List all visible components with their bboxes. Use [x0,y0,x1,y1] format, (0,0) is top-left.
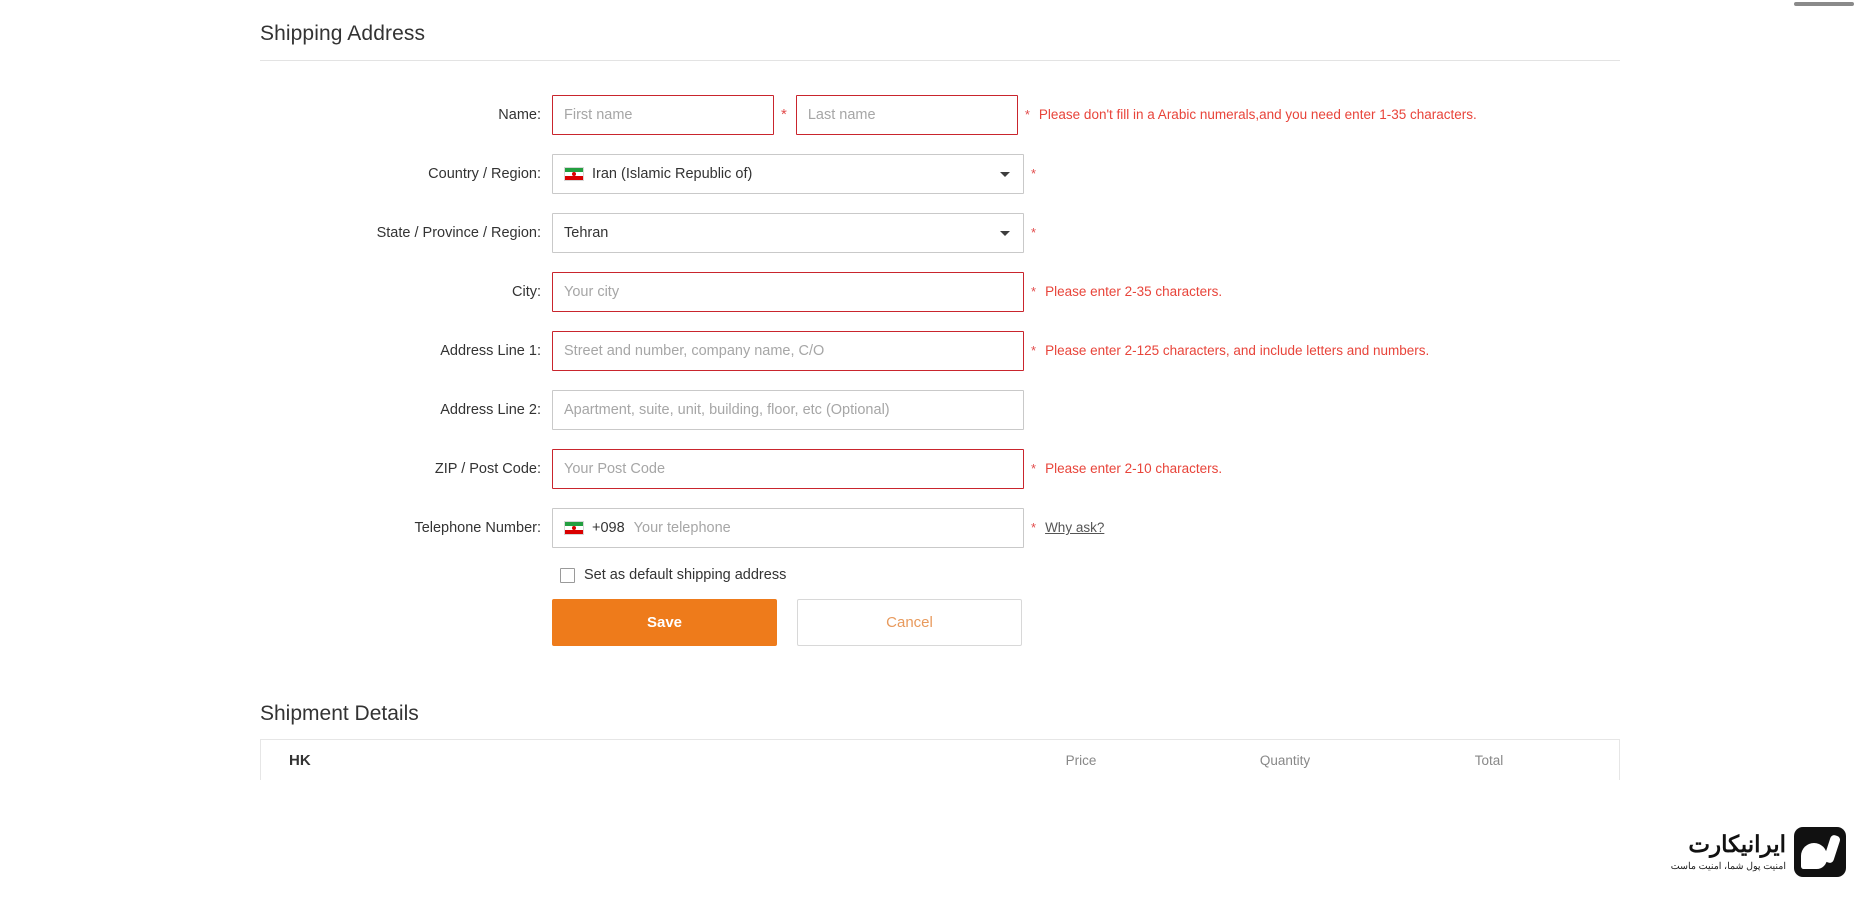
telephone-fields: +098 Your telephone * Why ask? [552,508,1104,548]
telephone-label: Telephone Number: [414,520,541,536]
form-actions: Save Cancel [552,599,1620,646]
form-row-name: Name: * * Please don't fill in a Arabic … [260,95,1620,135]
form-row-telephone: Telephone Number: +098 Your telephone * … [260,508,1620,548]
page-content: Shipping Address Name: * * Please don't … [260,0,1620,780]
address2-label: Address Line 2: [440,402,541,418]
logo-name: ایرانیکارت [1688,831,1786,858]
state-label: State / Province / Region: [376,225,541,241]
set-default-shipping-checkbox[interactable] [560,567,575,583]
cancel-button[interactable]: Cancel [797,599,1022,646]
form-row-city: City: * Please enter 2-35 characters. [260,272,1620,312]
form-row-address1: Address Line 1: * Please enter 2-125 cha… [260,331,1620,371]
logo-mark-icon [1794,827,1846,877]
dial-code: +098 [592,520,625,536]
address-line-2-input[interactable] [552,390,1024,430]
column-header-quantity: Quantity [1259,752,1311,768]
checkout-page: Shipping Address Name: * * Please don't … [0,0,1870,903]
city-label: City: [512,284,541,300]
why-ask-link[interactable]: Why ask? [1045,508,1104,548]
logo-tagline: امنیت پول شما، امنیت ماست [1670,860,1786,872]
chevron-down-icon [1000,172,1010,177]
iran-flag-icon [564,521,584,535]
country-label: Country / Region: [428,166,541,182]
city-fields: * Please enter 2-35 characters. [552,272,1222,312]
form-row-state: State / Province / Region: Tehran * [260,213,1620,253]
zip-fields: * Please enter 2-10 characters. [552,449,1222,489]
state-required-asterisk: * [1031,225,1037,240]
logo-text: ایرانیکارت امنیت پول شما، امنیت ماست [1670,831,1786,872]
form-row-zip: ZIP / Post Code: * Please enter 2-10 cha… [260,449,1620,489]
address1-label: Address Line 1: [440,343,541,359]
state-fields: Tehran * [552,213,1045,253]
last-name-input[interactable] [795,95,1018,135]
country-fields: Iran (Islamic Republic of) * [552,154,1045,194]
default-address-row: Set as default shipping address [552,567,1620,583]
table-header-row: HK Price Quantity Total [261,740,1619,780]
column-header-price: Price [1065,752,1097,768]
title-divider [260,60,1620,61]
country-required-asterisk: * [1031,166,1037,181]
last-name-required-asterisk: * [1024,107,1030,122]
iran-flag-icon [564,167,584,181]
shipment-details-title: Shipment Details [260,702,419,725]
page-title: Shipping Address [260,22,426,45]
name-validation-hint: Please don't fill in a Arabic numerals,a… [1038,107,1477,122]
column-header-total: Total [1474,752,1504,768]
name-fields: * * Please don't fill in a Arabic numera… [552,95,1477,135]
first-name-input[interactable] [552,95,774,135]
zip-validation-hint: Please enter 2-10 characters. [1045,461,1223,476]
zip-required-asterisk: * [1031,461,1037,476]
save-button[interactable]: Save [552,599,777,646]
name-required-asterisk: * [781,106,787,123]
shipping-address-form: Name: * * Please don't fill in a Arabic … [260,95,1620,646]
chevron-down-icon [1000,231,1010,236]
site-logo: ایرانیکارت امنیت پول شما، امنیت ماست [1656,821,1846,883]
form-row-country: Country / Region: Iran (Islamic Republic… [260,154,1620,194]
column-header-hk: HK [289,751,311,769]
address1-validation-hint: Please enter 2-125 characters, and inclu… [1045,343,1430,358]
city-validation-hint: Please enter 2-35 characters. [1045,284,1223,299]
address1-fields: * Please enter 2-125 characters, and inc… [552,331,1429,371]
form-row-address2: Address Line 2: [260,390,1620,430]
country-select-value: Iran (Islamic Republic of) [592,166,753,182]
address1-required-asterisk: * [1031,343,1037,358]
name-label: Name: [498,107,541,123]
zip-label: ZIP / Post Code: [434,461,541,477]
set-default-shipping-label[interactable]: Set as default shipping address [584,567,786,583]
state-select[interactable]: Tehran [552,213,1024,253]
shipment-details-table: HK Price Quantity Total [260,739,1620,780]
country-select[interactable]: Iran (Islamic Republic of) [552,154,1024,194]
horizontal-scrollbar-thumb[interactable] [1794,2,1854,6]
telephone-placeholder: Your telephone [633,520,731,536]
telephone-required-asterisk: * [1031,520,1037,535]
address2-fields [552,390,1024,430]
address-line-1-input[interactable] [552,331,1024,371]
telephone-input-group[interactable]: +098 Your telephone [552,508,1024,548]
zip-post-code-input[interactable] [552,449,1024,489]
city-required-asterisk: * [1031,284,1037,299]
state-select-value: Tehran [564,225,609,241]
city-input[interactable] [552,272,1024,312]
